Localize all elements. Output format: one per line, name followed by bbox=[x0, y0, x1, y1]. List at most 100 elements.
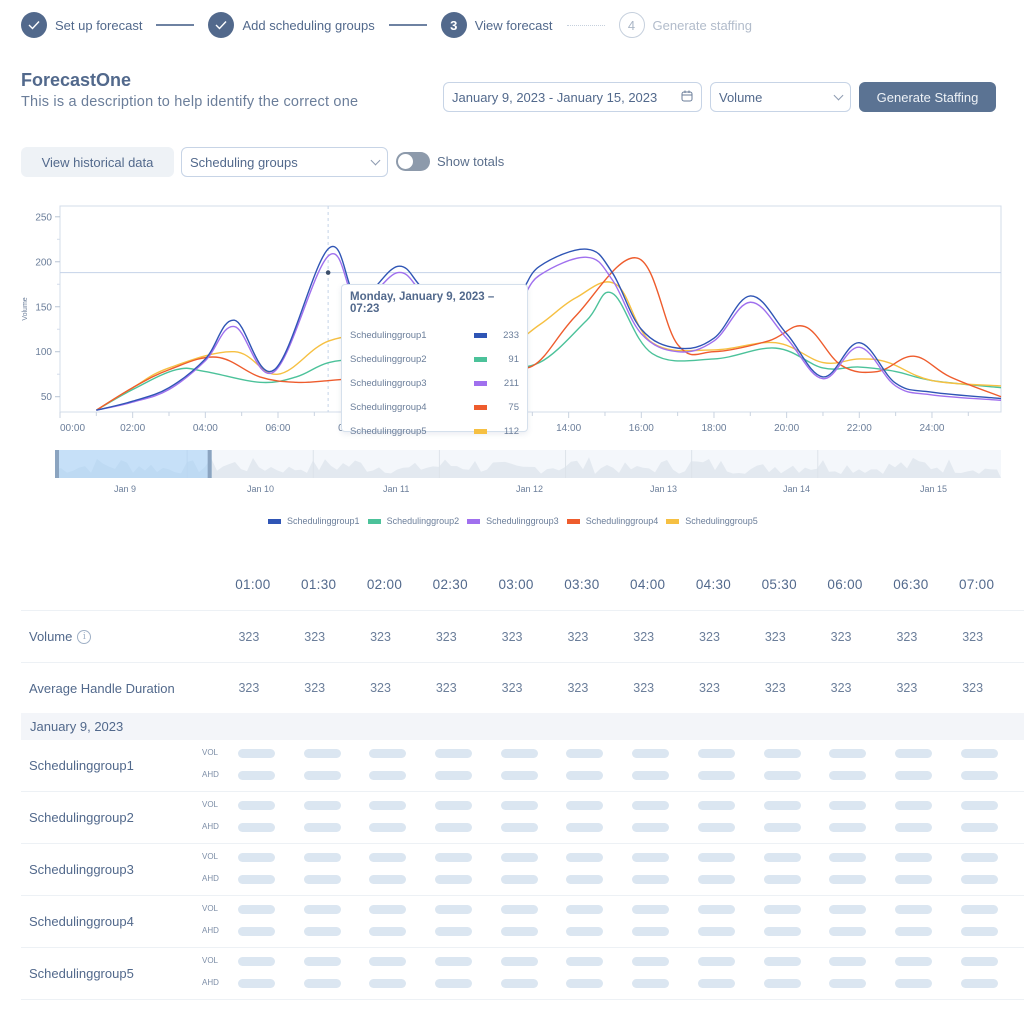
tooltip-series-name: Schedulinggroup3 bbox=[350, 377, 427, 389]
table-header: 01:00 01:30 02:00 02:30 03:00 03:30 04:00 04:30… bbox=[220, 577, 1010, 592]
loading-placeholder bbox=[238, 801, 275, 810]
generate-staffing-button[interactable]: Generate Staffing bbox=[859, 82, 996, 112]
step-label: View forecast bbox=[474, 17, 553, 33]
table-cell: 323 bbox=[501, 681, 523, 695]
legend-label: Schedulinggroup4 bbox=[585, 516, 659, 526]
table-cell: 323 bbox=[501, 629, 523, 644]
ahd-placeholders bbox=[238, 875, 1024, 884]
step-set-up-forecast[interactable]: Set up forecast bbox=[21, 12, 142, 38]
loading-placeholder bbox=[238, 927, 275, 936]
vol-label: VOL bbox=[202, 852, 219, 861]
tooltip-swatch bbox=[474, 356, 487, 362]
loading-placeholder bbox=[697, 957, 735, 966]
loading-placeholder bbox=[500, 957, 538, 966]
loading-placeholder bbox=[566, 749, 604, 758]
legend-swatch bbox=[467, 518, 481, 524]
legend-item[interactable]: Schedulinggroup1 bbox=[268, 516, 360, 526]
page-description: This is a description to help identify t… bbox=[21, 94, 359, 110]
metric-select[interactable]: Volume bbox=[710, 82, 851, 112]
loading-placeholder bbox=[369, 801, 407, 810]
x-tick-label: 18:00 bbox=[701, 423, 726, 434]
view-historical-data-button[interactable]: View historical data bbox=[21, 147, 174, 177]
loading-placeholder bbox=[303, 853, 341, 862]
table-cell: 323 bbox=[238, 629, 260, 644]
legend-item[interactable]: Schedulinggroup4 bbox=[566, 516, 659, 526]
vol-label: VOL bbox=[202, 800, 219, 809]
ahd-label: AHD bbox=[202, 770, 219, 779]
crosshair-point bbox=[325, 270, 331, 275]
step-add-scheduling-groups[interactable]: Add scheduling groups bbox=[208, 12, 375, 38]
scheduling-groups-select[interactable]: Scheduling groups bbox=[181, 147, 388, 177]
loading-placeholder bbox=[435, 957, 473, 966]
loading-placeholder bbox=[829, 979, 867, 988]
loading-placeholder bbox=[697, 771, 735, 780]
table-cell: 323 bbox=[435, 681, 457, 695]
step-label: Set up forecast bbox=[55, 17, 143, 33]
tooltip-title: Monday, January 9, 2023 – 07:23 bbox=[350, 291, 495, 315]
table-cell: 323 bbox=[567, 681, 589, 695]
group-name: Schedulinggroup2 bbox=[29, 810, 134, 825]
navigator-handle-left[interactable] bbox=[55, 450, 59, 478]
loading-placeholder bbox=[500, 823, 538, 832]
loading-placeholder bbox=[369, 749, 407, 758]
loading-placeholder bbox=[303, 801, 341, 810]
legend-item[interactable]: Schedulinggroup2 bbox=[367, 516, 460, 526]
show-totals-toggle[interactable] bbox=[396, 152, 430, 171]
loading-placeholder bbox=[829, 957, 867, 966]
legend-swatch bbox=[566, 518, 580, 524]
step-view-forecast[interactable]: 3 View forecast bbox=[440, 12, 553, 38]
group-row: Schedulinggroup5 VOL AHD bbox=[0, 948, 1024, 1000]
loading-placeholder bbox=[435, 875, 473, 884]
loading-placeholder bbox=[238, 749, 275, 758]
loading-placeholder bbox=[435, 749, 473, 758]
chart-legend: Schedulinggroup1 Schedulinggroup2 Scheduli… bbox=[268, 516, 766, 526]
check-icon bbox=[21, 12, 47, 38]
loading-placeholder bbox=[960, 771, 998, 780]
loading-placeholder bbox=[697, 823, 735, 832]
legend-item[interactable]: Schedulinggroup5 bbox=[666, 516, 758, 526]
loading-placeholder bbox=[303, 875, 341, 884]
range-navigator[interactable] bbox=[55, 450, 1001, 480]
navigator-label: Jan 11 bbox=[383, 484, 410, 494]
vol-placeholders bbox=[238, 957, 1024, 966]
loading-placeholder bbox=[960, 749, 998, 758]
info-icon[interactable]: i bbox=[77, 629, 92, 644]
loading-placeholder bbox=[566, 905, 604, 914]
loading-placeholder bbox=[566, 801, 604, 810]
step-number: 4 bbox=[618, 12, 645, 38]
loading-placeholder bbox=[303, 927, 341, 936]
legend-item[interactable]: Schedulinggroup3 bbox=[467, 516, 559, 526]
loading-placeholder bbox=[763, 979, 801, 988]
row-divider bbox=[21, 999, 1024, 1000]
row-label: Volume bbox=[29, 629, 73, 644]
ahd-label: AHD bbox=[202, 874, 219, 883]
date-range-picker[interactable]: January 9, 2023 - January 15, 2023 bbox=[443, 82, 702, 112]
group-name: Schedulinggroup5 bbox=[29, 966, 134, 981]
loading-placeholder bbox=[829, 905, 867, 914]
chart-tooltip: Monday, January 9, 2023 – 07:23 Scheduli… bbox=[341, 284, 528, 437]
table-cell: 323 bbox=[699, 629, 720, 644]
navigator-handle-right[interactable] bbox=[207, 450, 212, 478]
navigator-selection[interactable] bbox=[55, 450, 212, 478]
step-generate-staffing[interactable]: 4 Generate staffing bbox=[618, 12, 752, 38]
y-tick-label: 50 bbox=[41, 392, 53, 403]
loading-placeholder bbox=[763, 905, 801, 914]
loading-placeholder bbox=[894, 749, 932, 758]
loading-placeholder bbox=[763, 801, 801, 810]
loading-placeholder bbox=[697, 905, 735, 914]
legend-label: Schedulinggroup3 bbox=[486, 516, 559, 526]
tooltip-series-name: Schedulinggroup4 bbox=[350, 401, 427, 413]
loading-placeholder bbox=[829, 823, 867, 832]
loading-placeholder bbox=[435, 927, 473, 936]
summary-row-volume: Volume i 323 323 323 323 323 323 323 323 323 323 3… bbox=[0, 611, 1024, 662]
legend-label: Schedulinggroup2 bbox=[386, 516, 460, 526]
loading-placeholder bbox=[960, 823, 998, 832]
table-cell: 323 bbox=[238, 681, 260, 695]
step-connector bbox=[156, 24, 195, 26]
loading-placeholder bbox=[960, 979, 998, 988]
tooltip-series-name: Schedulinggroup2 bbox=[350, 353, 427, 365]
loading-placeholder bbox=[894, 875, 932, 884]
loading-placeholder bbox=[697, 927, 735, 936]
loading-placeholder bbox=[500, 749, 538, 758]
y-axis-label: Volume bbox=[22, 297, 29, 320]
